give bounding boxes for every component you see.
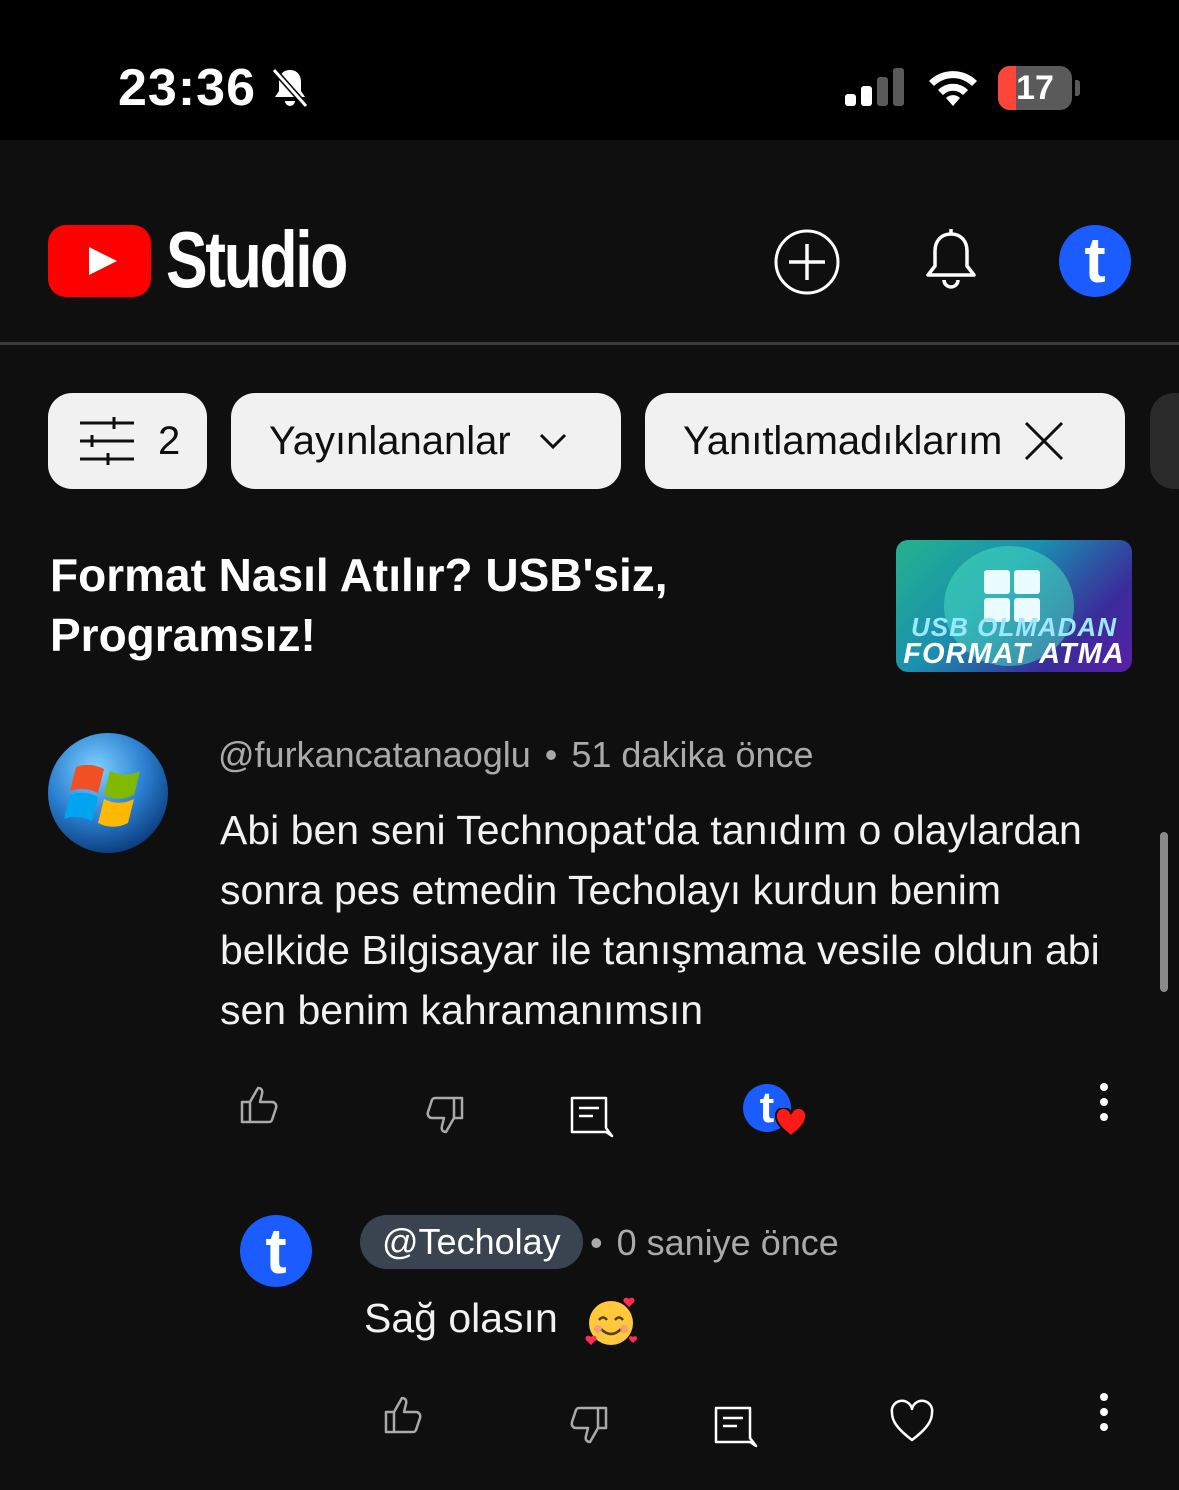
battery-level: 17 [1016,69,1054,107]
battery-indicator: 17 [998,66,1082,110]
comment-author[interactable]: @furkancatanaoglu [218,734,531,775]
scrollbar[interactable] [1160,832,1168,992]
comment-time: 51 dakika önce [571,734,814,775]
chevron-down-icon [539,433,566,449]
filter-count: 2 [158,418,181,463]
wifi-icon [929,71,977,106]
youtube-logo-icon[interactable] [48,225,151,297]
notifications-bell-icon[interactable] [922,228,980,294]
cellular-signal-icon [845,68,904,106]
more-options-icon[interactable] [1098,1082,1110,1122]
reply-text: Sağ olasın [364,1294,558,1341]
comment-text: Abi ben seni Technopat'da tanıdım o olay… [220,807,1100,1033]
smiling-face-with-hearts-icon [585,1297,638,1345]
filter-chip[interactable]: 2 [48,393,207,489]
unanswered-chip-label: Yanıtlamadıklarım [683,418,1003,463]
video-thumbnail[interactable]: USB OLMADAN FORMAT ATMA [896,540,1132,672]
published-chip-label: Yayınlananlar [269,418,511,463]
unanswered-filter-chip[interactable]: Yanıtlamadıklarım [645,393,1125,489]
heart-outline-icon[interactable] [888,1398,936,1446]
windows-flag-icon [64,764,140,827]
reply-dislike-icon[interactable] [564,1402,612,1450]
dislike-icon[interactable] [420,1092,468,1140]
heart-filled-icon [775,1108,807,1138]
close-icon[interactable] [1024,421,1064,461]
meta-separator: • [544,734,558,775]
sliders-icon [80,417,134,465]
reply-reply-icon[interactable] [710,1402,758,1450]
more-filter-chip[interactable] [1150,393,1179,489]
reply-text-row: Sağ olasın [364,1293,639,1349]
reply-avatar[interactable]: t [240,1215,312,1287]
reply-meta: • 0 saniye önce [590,1222,839,1264]
reply-channel-badge[interactable]: @Techolay [360,1215,583,1269]
reply-icon[interactable] [566,1092,614,1140]
studio-brand: Studio [166,215,348,304]
creator-heart-badge[interactable]: t [743,1084,807,1144]
reply-meta-separator: • [590,1222,603,1263]
bell-off-icon [271,68,309,108]
like-icon[interactable] [236,1080,284,1128]
reply-time: 0 saniye önce [616,1222,839,1263]
commenter-avatar[interactable] [48,733,168,853]
video-title[interactable]: Format Nasıl Atılır? USB'siz, Programsız… [50,545,810,665]
published-filter-chip[interactable]: Yayınlananlar [231,393,621,489]
create-plus-icon[interactable] [773,228,841,296]
account-avatar[interactable]: t [1059,225,1131,297]
reply-like-icon[interactable] [380,1390,428,1438]
comment-meta: @furkancatanaoglu • 51 dakika önce [218,734,814,776]
thumbnail-text-line2: FORMAT ATMA [903,638,1125,670]
reply-more-options-icon[interactable] [1098,1392,1110,1432]
status-time: 23:36 [118,59,256,117]
